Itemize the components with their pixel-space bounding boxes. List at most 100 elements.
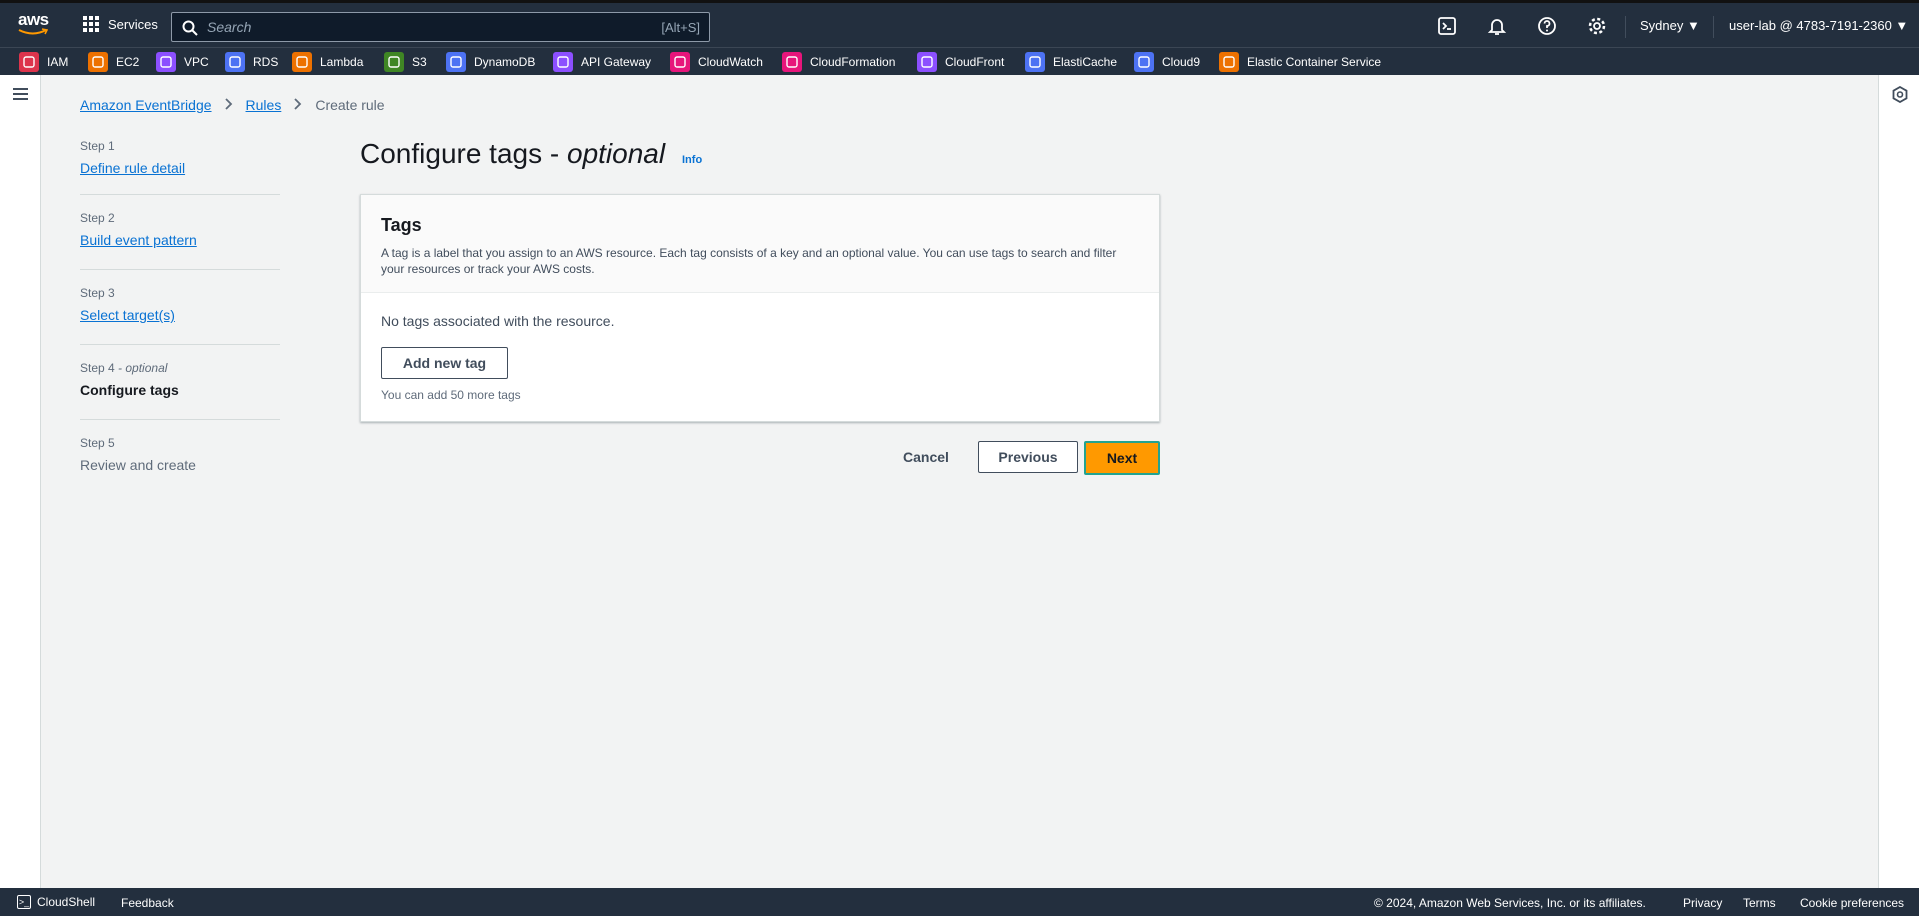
cookie-preferences-link[interactable]: Cookie preferences bbox=[1800, 896, 1904, 910]
next-button[interactable]: Next bbox=[1084, 441, 1160, 475]
chevron-right-icon bbox=[294, 97, 302, 113]
favorite-elasticache[interactable]: ElastiCache bbox=[1025, 52, 1117, 72]
previous-button[interactable]: Previous bbox=[978, 441, 1078, 473]
services-menu-button[interactable]: Services bbox=[83, 16, 158, 32]
aws-logo[interactable]: aws bbox=[18, 11, 52, 38]
breadcrumb-link-eventbridge[interactable]: Amazon EventBridge bbox=[80, 97, 212, 113]
rds-icon bbox=[225, 52, 245, 72]
favorite-cloudwatch[interactable]: CloudWatch bbox=[670, 52, 763, 72]
info-panel-hexagon-icon[interactable] bbox=[1892, 86, 1908, 103]
elasticache-icon bbox=[1025, 52, 1045, 72]
left-panel-strip bbox=[0, 75, 41, 888]
region-selector[interactable]: Sydney ▼ bbox=[1640, 18, 1700, 33]
favorite-lambda[interactable]: Lambda bbox=[292, 52, 363, 72]
notifications-icon[interactable] bbox=[1487, 16, 1507, 36]
breadcrumb-current: Create rule bbox=[315, 97, 385, 113]
ecs-icon bbox=[1219, 52, 1239, 72]
step-current-configure-tags: Configure tags bbox=[80, 382, 179, 398]
cloud9-icon bbox=[1134, 52, 1154, 72]
services-label: Services bbox=[108, 16, 158, 32]
add-new-tag-button[interactable]: Add new tag bbox=[381, 347, 508, 379]
favorite-label: ElastiCache bbox=[1053, 55, 1118, 69]
step-optional-label: - optional bbox=[118, 361, 168, 375]
favorite-label: CloudFront bbox=[945, 55, 1005, 69]
lambda-icon bbox=[292, 52, 312, 72]
step-link-build-event-pattern[interactable]: Build event pattern bbox=[80, 230, 280, 250]
menu-hamburger-icon[interactable] bbox=[13, 88, 28, 100]
ec2-icon bbox=[88, 52, 108, 72]
favorite-label: CloudWatch bbox=[698, 55, 763, 69]
cloudshell-footer-button[interactable]: >_ CloudShell bbox=[17, 895, 95, 909]
favorite-label: S3 bbox=[412, 55, 427, 69]
favorite-ec2[interactable]: EC2 bbox=[88, 52, 139, 72]
cloudshell-icon[interactable] bbox=[1437, 16, 1457, 36]
favorite-rds[interactable]: RDS bbox=[225, 52, 278, 72]
api-gateway-icon bbox=[553, 52, 573, 72]
step-number: Step 5 bbox=[80, 436, 115, 450]
favorite-label: CloudFormation bbox=[810, 55, 896, 69]
favorite-api-gateway[interactable]: API Gateway bbox=[553, 52, 651, 72]
favorite-elastic-container-service[interactable]: Elastic Container Service bbox=[1219, 52, 1381, 72]
step-number: Step 4 - optional bbox=[80, 361, 168, 375]
favorite-label: Elastic Container Service bbox=[1247, 55, 1382, 69]
tags-heading: Tags bbox=[381, 215, 422, 235]
page-title: Configure tags - optional bbox=[360, 138, 666, 169]
cloudformation-icon bbox=[782, 52, 802, 72]
terms-link[interactable]: Terms bbox=[1743, 896, 1776, 910]
favorite-label: VPC bbox=[184, 55, 209, 69]
favorites-bar: IAM EC2 VPC RDS Lambda S3 DynamoDB API Gateway C… bbox=[0, 47, 1919, 75]
favorite-cloudfront[interactable]: CloudFront bbox=[917, 52, 1004, 72]
chevron-right-icon bbox=[224, 97, 233, 113]
wizard-step-5: Step 5 Review and create bbox=[80, 420, 280, 480]
account-menu[interactable]: user-lab @ 4783-7191-2360 ▼ bbox=[1729, 18, 1908, 33]
breadcrumb-link-rules[interactable]: Rules bbox=[246, 97, 282, 113]
favorite-label: DynamoDB bbox=[474, 55, 536, 69]
cloudfront-icon bbox=[917, 52, 937, 72]
search-icon bbox=[182, 20, 198, 36]
help-icon[interactable] bbox=[1537, 16, 1557, 36]
copyright-text: © 2024, Amazon Web Services, Inc. or its… bbox=[1374, 896, 1646, 910]
footer: >_ CloudShell Feedback © 2024, Amazon We… bbox=[0, 888, 1919, 916]
favorite-cloudformation[interactable]: CloudFormation bbox=[782, 52, 895, 72]
tags-header: Tags A tag is a label that you assign to… bbox=[361, 195, 1159, 293]
wizard-step-1: Step 1 Define rule detail bbox=[80, 135, 280, 195]
cloudshell-icon: >_ bbox=[17, 895, 31, 909]
cloudwatch-icon bbox=[670, 52, 690, 72]
divider bbox=[1713, 16, 1714, 38]
privacy-link[interactable]: Privacy bbox=[1683, 896, 1722, 910]
cancel-button[interactable]: Cancel bbox=[888, 441, 964, 473]
step-link-define-rule-detail[interactable]: Define rule detail bbox=[80, 158, 280, 178]
step-number: Step 1 bbox=[80, 139, 115, 153]
favorite-cloud9[interactable]: Cloud9 bbox=[1134, 52, 1200, 72]
info-link[interactable]: Info bbox=[682, 154, 702, 166]
tag-limit-text: You can add 50 more tags bbox=[381, 388, 521, 402]
right-panel-strip bbox=[1878, 75, 1919, 888]
feedback-link[interactable]: Feedback bbox=[121, 896, 174, 910]
search-placeholder: Search bbox=[207, 19, 252, 35]
breadcrumb: Amazon EventBridge Rules Create rule bbox=[80, 97, 385, 113]
wizard-step-4: Step 4 - optional Configure tags bbox=[80, 345, 280, 420]
step-number: Step 3 bbox=[80, 286, 115, 300]
grid-icon bbox=[83, 16, 99, 32]
favorite-label: API Gateway bbox=[581, 55, 652, 69]
favorite-label: RDS bbox=[253, 55, 279, 69]
favorite-vpc[interactable]: VPC bbox=[156, 52, 209, 72]
vpc-icon bbox=[156, 52, 176, 72]
search-shortcut: [Alt+S] bbox=[661, 20, 700, 35]
favorite-dynamodb[interactable]: DynamoDB bbox=[446, 52, 535, 72]
search-input[interactable]: Search [Alt+S] bbox=[171, 12, 710, 42]
wizard-step-2: Step 2 Build event pattern bbox=[80, 195, 280, 270]
tags-body: No tags associated with the resource. Ad… bbox=[361, 293, 1159, 402]
s3-icon bbox=[384, 52, 404, 72]
top-navigation: aws Services Search [Alt+S] Sydney ▼ use… bbox=[0, 0, 1919, 47]
settings-gear-icon[interactable] bbox=[1587, 16, 1607, 36]
step-review-and-create: Review and create bbox=[80, 457, 196, 473]
favorite-label: Lambda bbox=[320, 55, 364, 69]
divider bbox=[1625, 16, 1626, 38]
step-number: Step 2 bbox=[80, 211, 115, 225]
favorite-iam[interactable]: IAM bbox=[19, 52, 68, 72]
favorite-s3[interactable]: S3 bbox=[384, 52, 427, 72]
tags-container: Tags A tag is a label that you assign to… bbox=[360, 194, 1160, 422]
cloudshell-label: CloudShell bbox=[37, 895, 96, 909]
step-link-select-targets[interactable]: Select target(s) bbox=[80, 305, 280, 325]
